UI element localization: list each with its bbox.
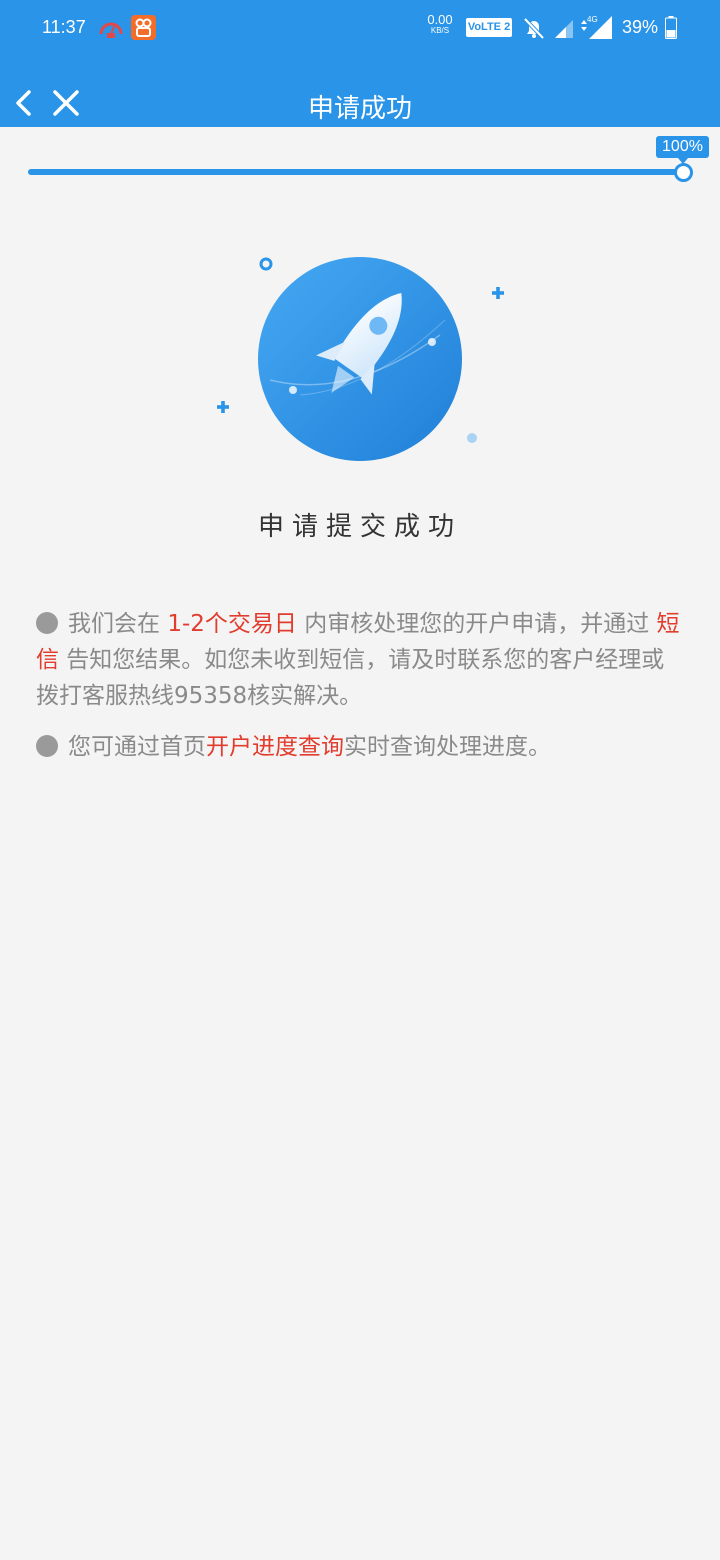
signal-icon	[555, 20, 573, 38]
battery-icon	[665, 16, 677, 39]
net-speed: 0.00 KB/S	[427, 12, 453, 35]
header: 11:37 0.00 KB/S VoLTE 2 4G 39% 申请成功	[0, 0, 720, 127]
bullet-dot	[36, 612, 58, 634]
bullet-dot	[36, 735, 58, 757]
progress-query-link[interactable]: 开户进度查询	[206, 734, 344, 760]
rocket-illustration	[217, 257, 504, 461]
progress-track	[28, 169, 684, 175]
sparkle-dot	[289, 386, 297, 394]
battery-level: 39%	[622, 17, 659, 37]
app-notification-icon	[131, 15, 156, 40]
ring-decoration	[259, 257, 273, 271]
highlight-trading-days: 1-2个交易日	[167, 611, 297, 637]
status-bar: 11:37 0.00 KB/S VoLTE 2 4G 39%	[0, 0, 720, 56]
progress-bar: 100%	[0, 127, 720, 197]
page-title: 申请成功	[307, 94, 412, 124]
signal-4g-icon: 4G	[581, 15, 612, 39]
success-title: 申请提交成功	[257, 512, 462, 542]
speedometer-icon	[99, 22, 123, 38]
sparkle-dot	[428, 338, 436, 346]
progress-fill	[28, 169, 684, 175]
nav-bar: 申请成功	[0, 56, 720, 127]
progress-label: 100%	[656, 136, 709, 164]
note-item: 您可通过首页开户进度查询实时查询处理进度。	[36, 729, 686, 765]
svg-text:4G: 4G	[587, 15, 598, 24]
plus-decoration	[492, 287, 504, 299]
volte-badge: VoLTE 2	[466, 18, 512, 37]
notes-list: 我们会在 1-2个交易日 内审核处理您的开户申请，并通过 短信 告知您结果。如您…	[36, 606, 686, 780]
progress-knob	[674, 163, 693, 182]
bell-muted-icon	[523, 17, 545, 40]
dot-decoration	[467, 433, 477, 443]
status-time: 11:37	[42, 17, 86, 37]
plus-decoration	[217, 401, 229, 413]
note-item: 我们会在 1-2个交易日 内审核处理您的开户申请，并通过 短信 告知您结果。如您…	[36, 611, 680, 709]
